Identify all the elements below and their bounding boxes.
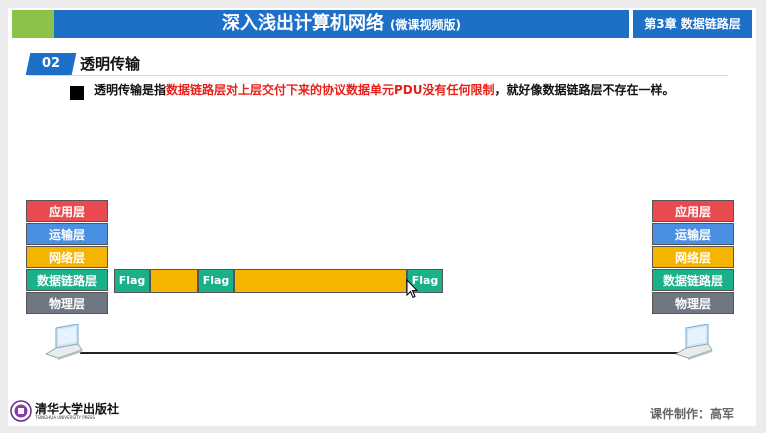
page-subtitle: (微课视频版)	[390, 18, 461, 32]
course-credit: 课件制作：高军	[650, 407, 735, 421]
mouse-cursor-icon	[406, 278, 419, 303]
laptop-icon	[674, 323, 714, 366]
slide: 深入浅出计算机网络 (微课视频版) 第3章 数据链路层 02 透明传输 透明传输是…	[8, 8, 756, 426]
header-title-bar: 深入浅出计算机网络 (微课视频版)	[54, 10, 629, 38]
right-protocol-stack: 应用层 运输层 网络层 数据链路层 物理层	[652, 200, 734, 315]
description-text: 透明传输是指数据链路层对上层交付下来的协议数据单元PDU没有任何限制，就好像数据…	[94, 82, 734, 99]
right-layer-datalink: 数据链路层	[652, 269, 734, 291]
frame-flag-middle: Flag	[198, 269, 234, 293]
frame-data-segment	[150, 269, 198, 293]
publisher-logo: 清华大学出版社 TSINGHUA UNIVERSITY PRESS	[10, 400, 130, 424]
frame-data-segment	[234, 269, 407, 293]
physical-link-line	[80, 352, 684, 354]
page-title: 深入浅出计算机网络	[222, 13, 384, 34]
bullet-square-icon	[70, 86, 84, 100]
left-layer-datalink: 数据链路层	[26, 269, 108, 291]
left-protocol-stack: 应用层 运输层 网络层 数据链路层 物理层	[26, 200, 108, 315]
left-layer-network: 网络层	[26, 246, 108, 268]
right-layer-application: 应用层	[652, 200, 734, 222]
description-suffix: ，就好像数据链路层不存在一样。	[494, 83, 675, 97]
section-divider	[28, 75, 728, 76]
description-highlight: 数据链路层对上层交付下来的协议数据单元PDU没有任何限制	[166, 83, 495, 97]
left-layer-transport: 运输层	[26, 223, 108, 245]
frame-diagram: Flag Flag Flag	[114, 269, 443, 293]
section-number: 02	[41, 56, 61, 71]
left-layer-application: 应用层	[26, 200, 108, 222]
section-number-badge: 02	[25, 53, 77, 75]
right-layer-network: 网络层	[652, 246, 734, 268]
publisher-name-en: TSINGHUA UNIVERSITY PRESS	[35, 415, 96, 420]
frame-flag-start: Flag	[114, 269, 150, 293]
header-accent-block	[12, 10, 54, 38]
left-layer-physical: 物理层	[26, 292, 108, 314]
publisher-seal-icon	[10, 400, 32, 422]
right-layer-physical: 物理层	[652, 292, 734, 314]
right-layer-transport: 运输层	[652, 223, 734, 245]
laptop-icon	[44, 323, 84, 366]
section-title: 透明传输	[80, 55, 141, 73]
description-prefix: 透明传输是指	[94, 83, 167, 97]
chapter-label: 第3章 数据链路层	[633, 10, 752, 38]
